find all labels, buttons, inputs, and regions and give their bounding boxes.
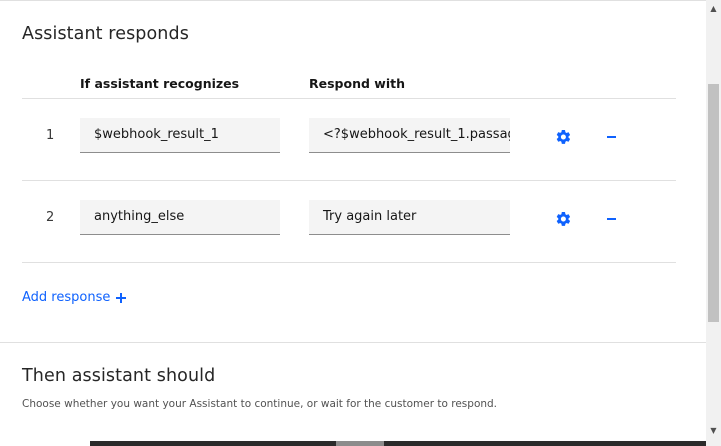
table-header-divider <box>22 98 676 99</box>
row-number: 2 <box>46 210 55 225</box>
column-header-respond: Respond with <box>309 76 405 91</box>
section-title-then-assistant-should: Then assistant should <box>22 366 216 386</box>
scroll-down-arrow-icon[interactable]: ▼ <box>709 426 718 435</box>
minus-icon[interactable] <box>607 136 616 138</box>
row-divider <box>22 262 676 263</box>
minus-icon[interactable] <box>607 218 616 220</box>
condition-input[interactable]: $webhook_result_1 <box>80 118 280 153</box>
helper-text: Choose whether you want your Assistant t… <box>22 398 498 410</box>
horizontal-scrollbar-thumb[interactable] <box>336 441 384 446</box>
add-response-button[interactable]: Add response <box>22 290 127 305</box>
response-input[interactable]: <?$webhook_result_1.passag <box>309 118 510 153</box>
condition-input[interactable]: anything_else <box>80 200 280 235</box>
row-number: 1 <box>46 128 55 143</box>
column-header-recognizes: If assistant recognizes <box>80 76 240 91</box>
response-input[interactable]: Try again later <box>309 200 510 235</box>
gear-icon[interactable] <box>555 211 571 227</box>
scrollbar-thumb[interactable] <box>708 84 719 322</box>
section-divider <box>0 342 706 343</box>
add-response-label: Add response <box>22 290 111 305</box>
horizontal-scrollbar[interactable] <box>90 441 706 446</box>
scrollbar[interactable]: ▲ ▼ <box>706 0 721 446</box>
top-border <box>0 0 706 1</box>
plus-icon <box>116 292 127 303</box>
section-title-assistant-responds: Assistant responds <box>22 24 189 44</box>
gear-icon[interactable] <box>555 129 571 145</box>
scroll-up-arrow-icon[interactable]: ▲ <box>709 4 718 13</box>
row-divider <box>22 180 676 181</box>
